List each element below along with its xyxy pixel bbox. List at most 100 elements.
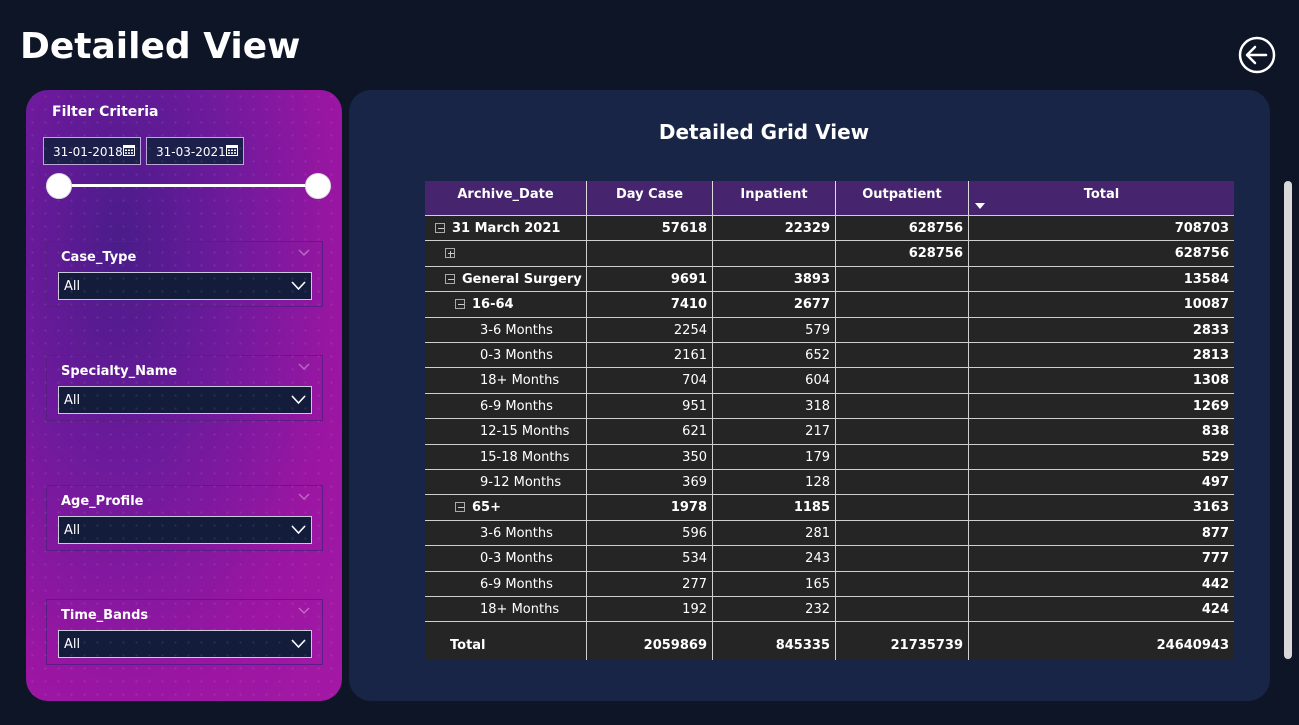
table-row[interactable]: 15-18 Months 350 179 529 (425, 444, 1234, 470)
column-header-archive-date[interactable]: Archive_Date (425, 181, 587, 215)
chevron-down-icon[interactable] (298, 249, 310, 257)
case-type-dropdown[interactable]: All (58, 272, 312, 300)
column-header-outpatient[interactable]: Outpatient (836, 181, 969, 215)
table-row[interactable]: General Surgery 9691 3893 13584 (425, 266, 1234, 292)
cell-total: 442 (1201, 577, 1229, 592)
row-label-cell: 6-9 Months (425, 394, 587, 419)
cell-inpatient: 22329 (713, 216, 836, 241)
cell-inpatient: 604 (713, 368, 836, 393)
filter-panel: Filter Criteria 31-01-2018 31-03-2021 Ca… (26, 90, 342, 701)
total-outpatient: 21735739 (836, 622, 969, 660)
cell-day-case: 621 (587, 419, 713, 444)
cell-total: 877 (1201, 526, 1229, 541)
row-label-cell: 3-6 Months (425, 318, 587, 343)
back-arrow-icon[interactable] (1238, 36, 1276, 74)
row-label: 12-15 Months (480, 424, 570, 439)
slicer-age-profile: Age_Profile All (46, 485, 323, 551)
cell-day-case: 192 (587, 597, 713, 621)
expand-icon[interactable] (445, 248, 455, 258)
scrollbar-thumb[interactable] (1284, 181, 1292, 659)
column-header-inpatient[interactable]: Inpatient (713, 181, 836, 215)
chevron-down-icon[interactable] (298, 363, 310, 371)
cell-total: 1269 (1192, 399, 1229, 414)
cell-total: 424 (1201, 602, 1229, 617)
cell-day-case: 57618 (587, 216, 713, 241)
table-row[interactable]: 3-6 Months 2254 579 2833 (425, 317, 1234, 343)
column-header-total-label: Total (1083, 187, 1120, 202)
cell-total: 628756 (1174, 246, 1229, 261)
age-profile-dropdown[interactable]: All (58, 516, 312, 544)
end-date-input[interactable]: 31-03-2021 (146, 137, 244, 165)
chevron-down-icon (291, 281, 306, 291)
cell-day-case: 2161 (587, 343, 713, 368)
collapse-icon[interactable] (445, 274, 455, 284)
table-row[interactable]: 6-9 Months 277 165 442 (425, 571, 1234, 597)
chevron-down-icon[interactable] (298, 607, 310, 615)
row-label: 65+ (472, 500, 501, 515)
time-bands-dropdown[interactable]: All (58, 630, 312, 658)
cell-outpatient (836, 597, 969, 621)
total-inpatient: 845335 (713, 622, 836, 660)
cell-inpatient: 579 (713, 318, 836, 343)
table-row[interactable]: 18+ Months 192 232 424 (425, 596, 1234, 621)
dropdown-value: All (64, 637, 81, 652)
row-label: 3-6 Months (480, 323, 553, 338)
calendar-icon[interactable] (123, 144, 135, 156)
sort-descending-icon[interactable] (975, 203, 985, 209)
row-label-cell: 12-15 Months (425, 419, 587, 444)
slicer-case-type: Case_Type All (46, 241, 323, 307)
table-row[interactable]: 6-9 Months 951 318 1269 (425, 393, 1234, 419)
cell-inpatient: 3893 (713, 267, 836, 292)
date-range-end-handle[interactable] (305, 173, 331, 199)
table-row[interactable]: 0-3 Months 2161 652 2813 (425, 342, 1234, 368)
cell-day-case: 277 (587, 572, 713, 597)
table-row[interactable]: 65+ 1978 1185 3163 (425, 494, 1234, 520)
table-row[interactable]: 3-6 Months 596 281 877 (425, 520, 1234, 546)
specialty-name-dropdown[interactable]: All (58, 386, 312, 414)
start-date-value: 31-01-2018 (53, 145, 123, 159)
table-row[interactable]: 628756 628756 (425, 240, 1234, 266)
date-range-slider-track[interactable] (59, 184, 318, 187)
cell-outpatient (836, 292, 969, 317)
table-row[interactable]: 18+ Months 704 604 1308 (425, 367, 1234, 393)
cell-inpatient (713, 241, 836, 266)
cell-day-case: 7410 (587, 292, 713, 317)
table-row[interactable]: 12-15 Months 621 217 838 (425, 418, 1234, 444)
row-label: 16-64 (472, 297, 514, 312)
slicer-label: Specialty_Name (61, 364, 178, 379)
row-label-cell: 0-3 Months (425, 546, 587, 571)
cell-inpatient: 243 (713, 546, 836, 571)
row-label: 18+ Months (480, 602, 560, 617)
column-header-day-case[interactable]: Day Case (587, 181, 713, 215)
table-row[interactable]: 31 March 2021 57618 22329 628756 708703 (425, 215, 1234, 241)
grid-scrollbar[interactable] (1284, 181, 1292, 660)
cell-outpatient (836, 470, 969, 495)
cell-outpatient (836, 368, 969, 393)
cell-day-case: 596 (587, 521, 713, 546)
collapse-icon[interactable] (455, 299, 465, 309)
row-label: 6-9 Months (480, 399, 553, 414)
column-header-total[interactable]: Total (969, 181, 1234, 215)
table-row[interactable]: 9-12 Months 369 128 497 (425, 469, 1234, 495)
collapse-icon[interactable] (455, 502, 465, 512)
row-label-cell: 65+ (425, 495, 587, 520)
grid-title: Detailed Grid View (658, 120, 870, 144)
row-label-cell: General Surgery (425, 267, 587, 292)
date-range-start-handle[interactable] (46, 173, 72, 199)
cell-outpatient (836, 267, 969, 292)
cell-outpatient: 628756 (836, 241, 969, 266)
cell-total: 1308 (1192, 373, 1229, 388)
cell-inpatient: 2677 (713, 292, 836, 317)
table-row[interactable]: 16-64 7410 2677 10087 (425, 291, 1234, 317)
calendar-icon[interactable] (226, 144, 238, 156)
collapse-icon[interactable] (435, 223, 445, 233)
cell-outpatient (836, 572, 969, 597)
total-total: 24640943 (1156, 638, 1229, 653)
cell-outpatient (836, 546, 969, 571)
row-label: 3-6 Months (480, 526, 553, 541)
cell-total: 708703 (1174, 221, 1229, 236)
chevron-down-icon[interactable] (298, 493, 310, 501)
table-row[interactable]: 0-3 Months 534 243 777 (425, 545, 1234, 571)
cell-inpatient: 179 (713, 445, 836, 470)
start-date-input[interactable]: 31-01-2018 (43, 137, 141, 165)
